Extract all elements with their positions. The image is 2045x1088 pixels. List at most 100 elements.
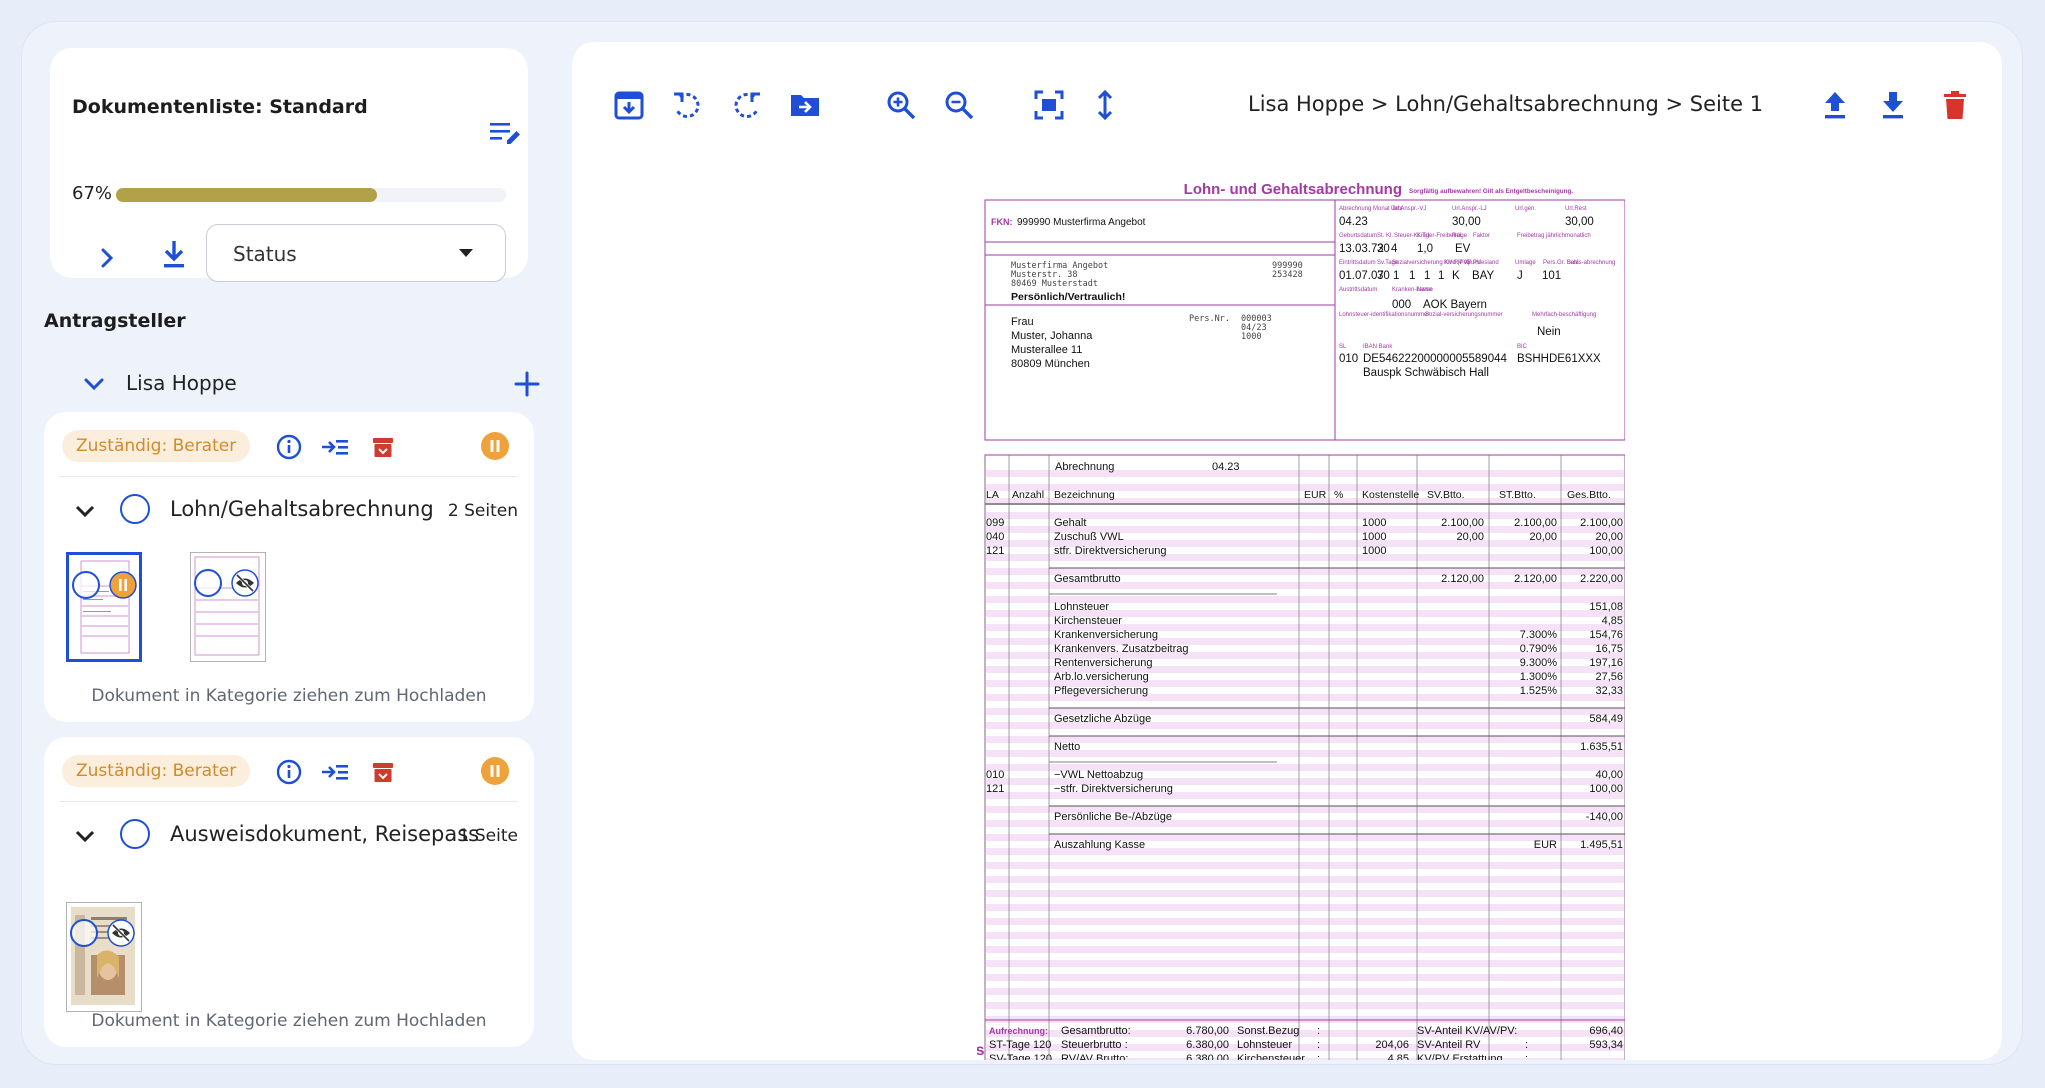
- payslip-document: Lohn- und Gehaltsabrechnung Sorgfältig au…: [977, 170, 1625, 1060]
- status-select[interactable]: Status: [206, 224, 506, 282]
- address-line: Frau: [1011, 316, 1034, 328]
- progress-percent: 67%: [72, 183, 113, 204]
- responsible-badge: Zuständig: Berater: [62, 430, 251, 462]
- table-cell-label: Persönliche Be-/Abzüge: [1054, 811, 1172, 823]
- address-line: Muster, Johanna: [1011, 330, 1093, 342]
- archive-icon[interactable]: [368, 432, 398, 462]
- period-value: 04.23: [1212, 461, 1240, 473]
- field-label: IBAN Bank: [1363, 344, 1393, 350]
- table-stripe: [986, 932, 1624, 939]
- table-cell-label: Gehalt: [1054, 517, 1086, 529]
- table-cell-cost: 1000: [1362, 517, 1386, 529]
- zoom-out-icon[interactable]: [942, 88, 976, 122]
- persnr-label: Pers.Nr.: [1189, 314, 1230, 324]
- eye-off-icon[interactable]: [107, 919, 135, 947]
- footer-cell: ST-Tage 120: [989, 1039, 1051, 1051]
- field-value: 1: [1393, 270, 1399, 282]
- chevron-down-icon[interactable]: [82, 372, 106, 396]
- rotate-right-icon[interactable]: [730, 88, 764, 122]
- field-value: 000: [1392, 299, 1411, 311]
- field-label: monatlich: [1565, 233, 1591, 239]
- table-cell-st: 7.300%: [1520, 629, 1558, 641]
- page-thumbnail-1[interactable]: [66, 902, 142, 1012]
- field-value: K: [1452, 270, 1460, 282]
- table-cell-st: 2.120,00: [1514, 573, 1557, 585]
- footer-cell: 204,06: [1375, 1039, 1409, 1051]
- table-cell-label: Auszahlung Kasse: [1054, 839, 1145, 851]
- field-label: Geburtsdatum: [1339, 233, 1377, 239]
- table-cell-label: Gesetzliche Abzüge: [1054, 713, 1151, 725]
- move-to-folder-icon[interactable]: [788, 88, 822, 122]
- field-value: DE54622200000005589044: [1363, 353, 1507, 365]
- footer-cell: :: [1317, 1025, 1320, 1037]
- field-label: Mehrfach-beschäftigung: [1532, 312, 1596, 318]
- document-breadcrumb: Lisa Hoppe > Lohn/Gehaltsabrechnung > Se…: [1248, 92, 1764, 116]
- table-cell-cost: 1000: [1362, 545, 1386, 557]
- fkn-value: 999990 Musterfirma Angebot: [1017, 217, 1146, 228]
- table-cell-st: 1.300%: [1520, 671, 1558, 683]
- abs-logo: abs: [977, 1042, 985, 1059]
- table-stripe: [986, 736, 1624, 743]
- table-cell-label: Krankenvers. Zusatzbeitrag: [1054, 643, 1189, 655]
- rotate-left-icon[interactable]: [670, 88, 704, 122]
- move-to-list-icon[interactable]: [320, 757, 350, 787]
- table-cell-total: 4,85: [1602, 615, 1623, 627]
- table-cell-label: Pflegeversicherung: [1054, 685, 1148, 697]
- table-stripe: [986, 988, 1624, 995]
- page-thumbnail-1[interactable]: [66, 552, 142, 662]
- page-select-radio[interactable]: [70, 919, 98, 947]
- footer-cell: 696,40: [1589, 1025, 1623, 1037]
- category-select-radio[interactable]: [120, 494, 150, 524]
- chevron-down-icon[interactable]: [72, 498, 98, 524]
- table-cell-code: 121: [986, 545, 1004, 557]
- table-header: Ges.Btto.: [1567, 489, 1611, 501]
- chevron-right-icon[interactable]: [90, 241, 124, 275]
- page-thumbnail-2[interactable]: [190, 552, 266, 662]
- chevron-down-icon[interactable]: [72, 823, 98, 849]
- fit-height-icon[interactable]: [1088, 88, 1122, 122]
- table-stripe: [986, 1002, 1624, 1009]
- info-icon[interactable]: [274, 757, 304, 787]
- zoom-in-icon[interactable]: [884, 88, 918, 122]
- delete-icon[interactable]: [1938, 88, 1972, 122]
- save-to-archive-icon[interactable]: [612, 88, 646, 122]
- table-cell-st: 2.100,00: [1514, 517, 1557, 529]
- table-stripe: [986, 876, 1624, 883]
- move-to-list-icon[interactable]: [320, 432, 350, 462]
- upload-icon[interactable]: [1818, 88, 1852, 122]
- footer-cell: :: [1317, 1039, 1320, 1051]
- footer-cell: 6.380,00: [1186, 1039, 1229, 1051]
- field-label: St. Kl.: [1377, 233, 1393, 239]
- field-label: Freibetrag jährlich: [1517, 233, 1565, 239]
- archive-icon[interactable]: [368, 757, 398, 787]
- plus-icon[interactable]: [512, 369, 542, 399]
- table-cell-total: 584,49: [1589, 713, 1623, 725]
- info-icon[interactable]: [274, 432, 304, 462]
- field-value: 04.23: [1339, 216, 1368, 228]
- page-select-radio[interactable]: [194, 569, 222, 597]
- period-label: Abrechnung: [1055, 461, 1114, 473]
- table-header: LA: [986, 489, 999, 501]
- download-icon[interactable]: [156, 236, 192, 272]
- pause-icon[interactable]: [480, 756, 510, 786]
- applicant-row[interactable]: Lisa Hoppe: [44, 362, 540, 406]
- table-cell-code: 040: [986, 531, 1004, 543]
- download-icon[interactable]: [1876, 88, 1910, 122]
- field-label: Name: [1417, 287, 1434, 293]
- playlist-edit-icon[interactable]: [488, 118, 522, 148]
- pause-icon[interactable]: [480, 431, 510, 461]
- eye-off-icon[interactable]: [231, 569, 259, 597]
- table-cell-code: 010: [986, 769, 1004, 781]
- category-page-count: 1 Seite: [458, 826, 518, 846]
- pause-icon[interactable]: [109, 571, 137, 599]
- category-select-radio[interactable]: [120, 819, 150, 849]
- field-value: 1,0: [1417, 243, 1433, 255]
- fit-to-screen-icon[interactable]: [1032, 88, 1066, 122]
- footer-cell: Steuerbrutto :: [1061, 1039, 1128, 1051]
- persnr-value: 1000: [1241, 332, 1261, 342]
- field-value: 101: [1542, 270, 1561, 282]
- field-value: Nein: [1537, 326, 1561, 338]
- table-cell-code: 121: [986, 783, 1004, 795]
- page-select-radio[interactable]: [72, 571, 100, 599]
- field-label: SL: [1339, 344, 1347, 350]
